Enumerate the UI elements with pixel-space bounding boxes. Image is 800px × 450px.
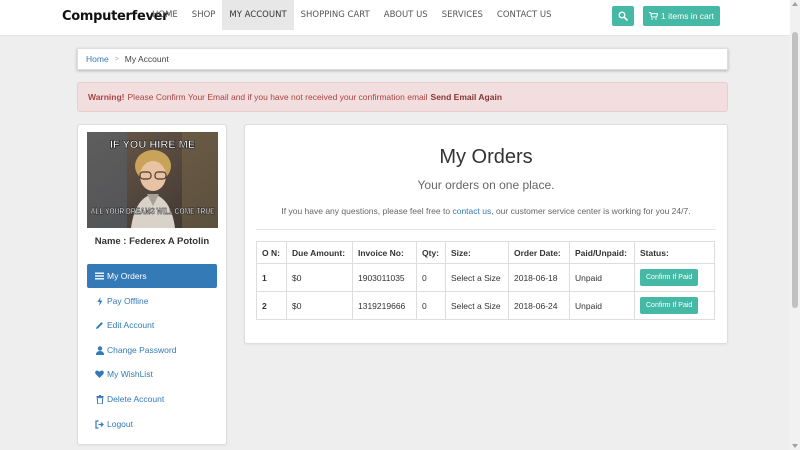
logout-icon [95,419,104,429]
cell-qty: 0 [416,263,446,292]
nav-home[interactable]: HOME [145,0,185,30]
sidebar-item-label: My Orders [107,271,147,281]
image-top-text: IF YOU HIRE ME [110,139,195,151]
cell-invoice-no: 1903011035 [352,263,417,292]
col-header-invoice-no: Invoice No: [352,241,417,264]
nav-services[interactable]: SERVICES [435,0,490,30]
sidebar-item-my-wishlist[interactable]: My WishList [87,362,217,386]
nav-my-account[interactable]: MY ACCOUNT [222,0,294,30]
sidebar-item-delete-account[interactable]: Delete Account [87,387,217,411]
sidebar-item-edit-account[interactable]: Edit Account [87,313,217,337]
page-scrollbar[interactable] [790,0,800,450]
confirm-if-paid-button[interactable]: Confirm If Paid [640,269,699,286]
col-header-qty: Qty: [416,241,446,264]
contact-us-link[interactable]: contact us [452,206,491,216]
sidebar-item-pay-offline[interactable]: Pay Offline [87,289,217,313]
cell-size: Select a Size [445,263,509,292]
breadcrumb-home[interactable]: Home [86,54,109,64]
cell-qty: 0 [416,291,446,320]
cell-status: Confirm If Paid [634,263,715,292]
search-icon [618,11,628,21]
cart-label: 1 items in cart [661,11,714,21]
nav-shopping-cart[interactable]: SHOPPING CART [294,0,377,30]
send-email-again-link[interactable]: Send Email Again [431,92,502,102]
page-subtitle: Your orders on one place. [417,178,555,192]
divider [256,229,716,230]
help-text: If you have any questions, please feel f… [244,206,728,216]
main-nav: HOME SHOP MY ACCOUNT SHOPPING CART ABOUT… [145,0,559,30]
orders-table: O N: Due Amount: Invoice No: Qty: Size: … [256,241,715,320]
sidebar-item-label: Delete Account [107,394,165,404]
sidebar-item-my-orders[interactable]: My Orders [87,264,217,288]
table-header-row: O N: Due Amount: Invoice No: Qty: Size: … [256,241,715,264]
breadcrumb: Home > My Account [77,48,728,70]
email-warning-alert: Warning! Please Confirm Your Email and i… [77,82,728,112]
col-header-size: Size: [445,241,509,264]
nav-contact-us[interactable]: CONTACT US [490,0,559,30]
nav-shop[interactable]: SHOP [185,0,223,30]
user-icon [95,345,104,355]
cell-due-amount: $0 [286,291,353,320]
cart-icon [649,12,659,20]
sidebar-item-label: Pay Offline [107,296,149,306]
scroll-up-icon[interactable] [792,2,798,6]
profile-name: Name : Federex A Potolin [94,236,210,247]
col-header-status: Status: [634,241,715,264]
scroll-thumb[interactable] [792,32,798,308]
table-row: 2 $0 1319219666 0 Select a Size 2018-06-… [256,291,715,320]
cell-status: Confirm If Paid [634,291,715,320]
sidebar-item-label: Logout [107,419,133,429]
col-header-due-amount: Due Amount: [286,241,353,264]
cell-size: Select a Size [445,291,509,320]
cell-paid-status: Unpaid [569,291,635,320]
profile-image: IF YOU HIRE ME ALL YOUR DREAMS WILL COME… [87,132,218,228]
col-header-order-date: Order Date: [508,241,570,264]
help-suffix: , our customer service center is working… [491,206,691,216]
bolt-icon [95,296,104,306]
confirm-if-paid-button[interactable]: Confirm If Paid [640,297,699,314]
sidebar-item-change-password[interactable]: Change Password [87,338,217,362]
table-row: 1 $0 1903011035 0 Select a Size 2018-06-… [256,263,715,292]
cell-invoice-no: 1319219666 [352,291,417,320]
cell-due-amount: $0 [286,263,353,292]
top-navbar: Computerfever HOME SHOP MY ACCOUNT SHOPP… [0,0,790,36]
list-icon [95,272,104,281]
cell-order-date: 2018-06-18 [508,263,570,292]
cell-order-date: 2018-06-24 [508,291,570,320]
col-header-order-number: O N: [256,241,287,264]
help-prefix: If you have any questions, please feel f… [281,206,451,216]
nav-about-us[interactable]: ABOUT US [377,0,435,30]
trash-icon [95,394,104,404]
alert-strong: Warning! [88,92,125,102]
sidebar-item-logout[interactable]: Logout [87,412,217,436]
cart-button[interactable]: 1 items in cart [643,6,720,26]
cell-order-number: 2 [256,291,287,320]
heart-icon [95,370,104,379]
sidebar-item-label: Edit Account [107,320,155,330]
search-button[interactable] [612,6,634,26]
breadcrumb-current: My Account [124,54,169,64]
page-title: My Orders [439,146,533,168]
image-bottom-text: ALL YOUR DREAMS WILL COME TRUE [91,206,215,216]
breadcrumb-separator: > [114,55,119,63]
alert-message: Please Confirm Your Email and if you hav… [127,92,428,102]
cell-order-number: 1 [256,263,287,292]
pencil-icon [95,321,104,330]
scroll-down-icon[interactable] [792,444,798,448]
cell-paid-status: Unpaid [569,263,635,292]
sidebar-item-label: Change Password [107,345,177,355]
col-header-paid-unpaid: Paid/Unpaid: [569,241,635,264]
sidebar-item-label: My WishList [107,369,153,379]
